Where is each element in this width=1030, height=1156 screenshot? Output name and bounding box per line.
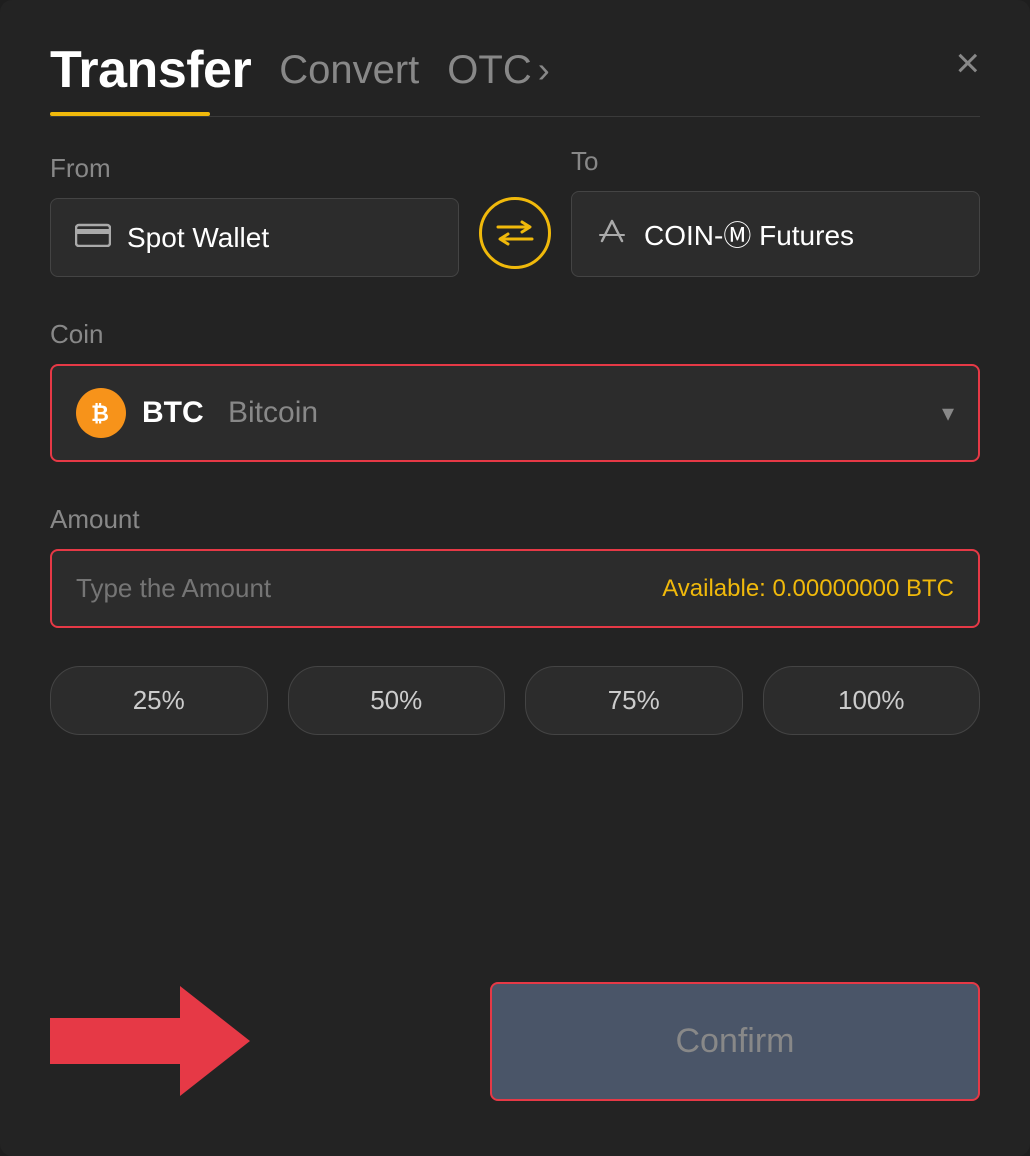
modal-header: Transfer Convert OTC › × — [50, 40, 980, 100]
coin-label: Coin — [50, 319, 103, 349]
pct-100-button[interactable]: 100% — [763, 666, 981, 735]
coin-symbol: BTC — [142, 396, 204, 430]
swap-button[interactable] — [479, 197, 551, 269]
red-arrow-icon — [50, 976, 250, 1106]
coin-section: Coin ₿ BTC Bitcoin ▾ — [50, 319, 980, 462]
amount-label: Amount — [50, 504, 140, 534]
pct-75-button[interactable]: 75% — [525, 666, 743, 735]
coin-selector[interactable]: ₿ BTC Bitcoin ▾ — [50, 364, 980, 462]
swap-container — [459, 197, 571, 277]
to-section: To COIN-Ⓜ Futures — [571, 146, 980, 277]
pct-50-button[interactable]: 50% — [288, 666, 506, 735]
btc-icon: ₿ — [76, 388, 126, 438]
transfer-modal: Transfer Convert OTC › × From Spot Walle… — [0, 0, 1030, 1156]
tab-transfer[interactable]: Transfer — [50, 40, 251, 100]
available-balance: Available: 0.00000000 BTC — [662, 575, 954, 603]
amount-input[interactable] — [76, 573, 316, 604]
coin-dropdown-icon: ▾ — [942, 399, 954, 428]
close-button[interactable]: × — [955, 42, 980, 84]
confirm-button[interactable]: Confirm — [490, 982, 980, 1101]
svg-text:₿: ₿ — [91, 401, 109, 426]
to-wallet-selector[interactable]: COIN-Ⓜ Futures — [571, 191, 980, 277]
percentage-row: 25% 50% 75% 100% — [50, 666, 980, 735]
wallet-card-icon — [75, 221, 111, 254]
arrow-indicator — [50, 976, 250, 1106]
futures-icon — [596, 215, 628, 254]
coin-name: Bitcoin — [220, 396, 318, 430]
tab-convert[interactable]: Convert — [279, 48, 419, 93]
pct-25-button[interactable]: 25% — [50, 666, 268, 735]
bottom-section: Confirm — [50, 976, 980, 1106]
tab-otc[interactable]: OTC › — [447, 48, 549, 93]
from-wallet-selector[interactable]: Spot Wallet — [50, 198, 459, 277]
from-wallet-label: Spot Wallet — [127, 222, 269, 254]
from-label: From — [50, 153, 459, 184]
otc-chevron-icon: › — [538, 49, 550, 91]
amount-section: Amount Available: 0.00000000 BTC — [50, 504, 980, 628]
to-wallet-label: COIN-Ⓜ Futures — [644, 214, 854, 254]
from-to-row: From Spot Wallet To — [50, 146, 980, 277]
to-label: To — [571, 146, 980, 177]
from-section: From Spot Wallet — [50, 153, 459, 277]
amount-input-container: Available: 0.00000000 BTC — [50, 549, 980, 628]
